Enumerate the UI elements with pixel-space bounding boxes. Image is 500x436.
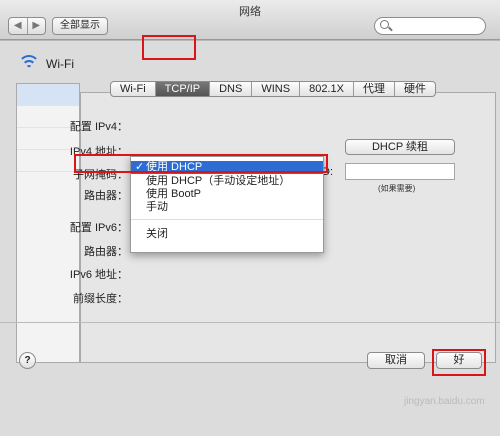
tab-proxy[interactable]: 代理: [352, 82, 394, 96]
title-bar: 网络 ◀ ▶ 全部显示: [0, 0, 500, 40]
nav-buttons: ◀ ▶: [8, 17, 46, 35]
tab-tcpip[interactable]: TCP/IP: [154, 82, 210, 96]
tab-bar: Wi-Fi TCP/IP DNS WINS 802.1X 代理 硬件: [110, 81, 436, 97]
configure-ipv4-label: 配置 IPv4：: [69, 121, 128, 133]
tab-dns[interactable]: DNS: [209, 82, 251, 96]
configure-ipv6-label: 配置 IPv6：: [69, 222, 128, 234]
forward-arrow-icon[interactable]: ▶: [26, 18, 46, 34]
menu-item-bootp[interactable]: 使用 BootP: [131, 188, 323, 201]
menu-item-off[interactable]: 关闭: [131, 228, 323, 241]
router-label: 路由器：: [84, 190, 128, 202]
search-icon: [380, 20, 389, 29]
ipv4-annotation-box: [74, 154, 328, 173]
footer-divider: [0, 322, 500, 323]
menu-item-manual[interactable]: 手动: [131, 201, 323, 214]
menu-item-dhcp-manual[interactable]: 使用 DHCP（手动设定地址）: [131, 175, 323, 188]
router6-label: 路由器：: [84, 246, 128, 258]
back-arrow-icon[interactable]: ◀: [9, 18, 27, 34]
tab-wins[interactable]: WINS: [251, 82, 299, 96]
if-needed-hint: (如果需要): [378, 184, 416, 193]
tab-wifi[interactable]: Wi-Fi: [111, 82, 155, 96]
tab-annotation-box: [142, 35, 196, 60]
wifi-icon: [18, 55, 40, 71]
ok-annotation-box: [432, 349, 486, 376]
tab-8021x[interactable]: 802.1X: [299, 82, 353, 96]
dhcp-renew-button[interactable]: DHCP 续租: [345, 139, 455, 155]
cancel-button[interactable]: 取消: [367, 352, 425, 369]
ipv6-address-label: IPv6 地址：: [69, 269, 128, 281]
dhcp-client-id-field[interactable]: [345, 163, 455, 180]
service-title: Wi-Fi: [46, 57, 74, 71]
search-input[interactable]: [374, 17, 486, 35]
prefix-length-label: 前缀长度：: [73, 293, 128, 305]
menu-separator: [131, 219, 323, 220]
tab-hardware[interactable]: 硬件: [393, 82, 435, 96]
show-all-button[interactable]: 全部显示: [52, 17, 108, 35]
help-button[interactable]: ?: [19, 352, 36, 369]
watermark: jingyan.baidu.com: [404, 396, 485, 407]
list-item[interactable]: [17, 84, 79, 106]
